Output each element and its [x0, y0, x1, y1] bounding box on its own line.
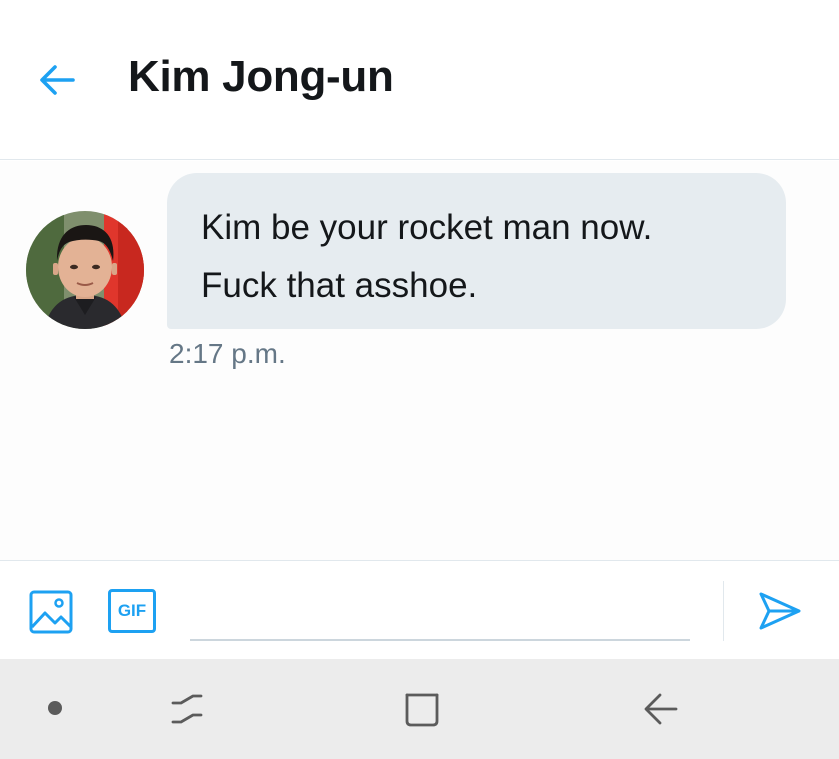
image-icon: [29, 590, 73, 634]
home-icon: [405, 693, 439, 727]
avatar[interactable]: [26, 211, 144, 329]
avatar-photo: [26, 211, 144, 329]
recent-apps-button[interactable]: [160, 683, 214, 735]
back-icon: [644, 693, 678, 725]
composer-divider: [723, 581, 724, 641]
recent-apps-icon: [171, 694, 203, 724]
message-text-line: Kim be your rocket man now.: [201, 208, 653, 247]
dot-icon: [48, 701, 62, 715]
message-composer: GIF: [0, 560, 839, 659]
send-button[interactable]: [754, 587, 806, 635]
conversation-title: Kim Jong-un: [128, 52, 394, 101]
message-thread: Kim be your rocket man now. Fuck that as…: [0, 161, 839, 560]
message-timestamp: 2:17 p.m.: [169, 338, 286, 369]
add-media-button[interactable]: [28, 589, 74, 635]
send-icon: [759, 592, 801, 630]
back-button[interactable]: [34, 58, 80, 102]
message-input[interactable]: [190, 577, 690, 641]
system-navigation-bar: [0, 659, 839, 759]
arrow-left-icon: [40, 65, 75, 95]
system-back-button[interactable]: [632, 683, 684, 735]
message-text-line: Fuck that asshoe.: [201, 266, 478, 305]
message-bubble[interactable]: Kim be your rocket man now. Fuck that as…: [167, 173, 786, 329]
conversation-header: Kim Jong-un: [0, 0, 839, 160]
home-button[interactable]: [396, 683, 448, 735]
gif-button[interactable]: GIF: [108, 589, 156, 633]
